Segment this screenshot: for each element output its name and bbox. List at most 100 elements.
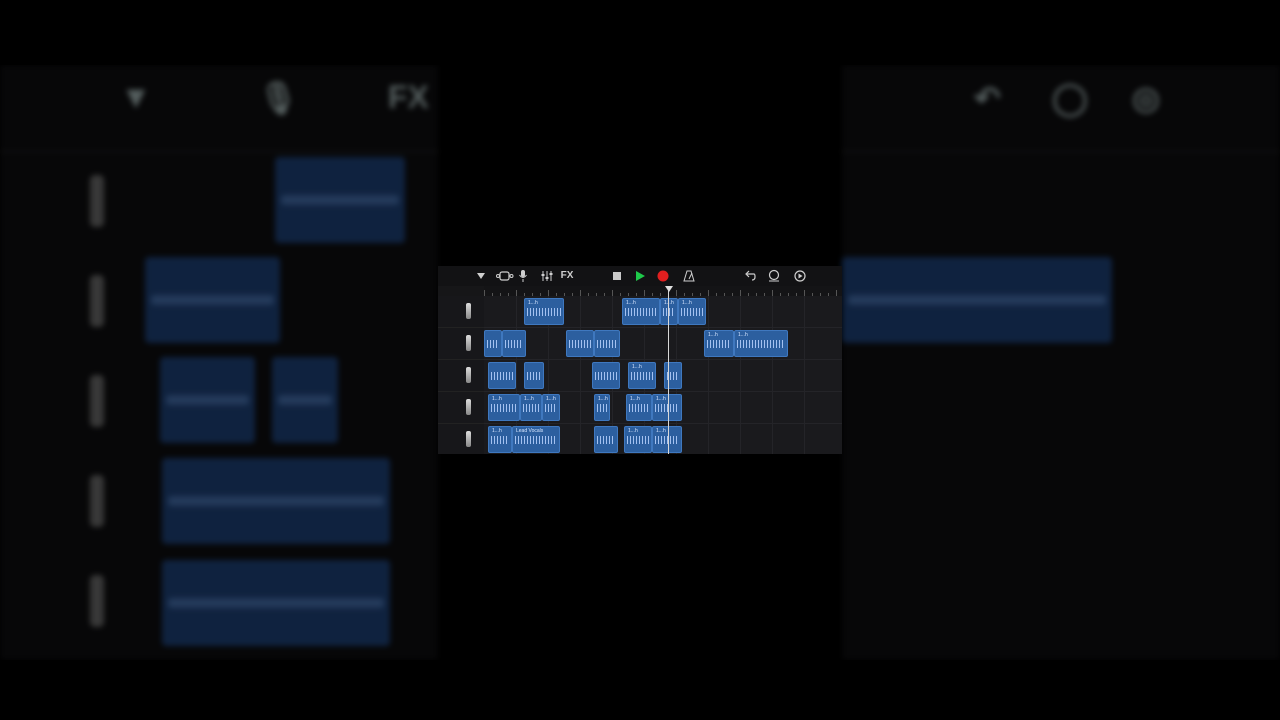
play-icon[interactable] xyxy=(634,269,646,283)
waveform xyxy=(707,340,731,348)
waveform xyxy=(737,340,785,348)
waveform xyxy=(681,308,703,316)
microphone-icon: 🎙 xyxy=(258,80,299,116)
track-icon xyxy=(90,475,104,527)
waveform xyxy=(629,404,649,412)
microphone-icon xyxy=(466,431,471,447)
audio-region[interactable]: 1...h xyxy=(660,298,678,325)
waveform xyxy=(663,308,675,316)
mixer-icon[interactable] xyxy=(541,269,553,283)
track-lane[interactable]: 1...h 1...h 1...h 1...h 1...h 1...h xyxy=(484,392,842,424)
audio-region[interactable]: 1...h xyxy=(542,394,560,421)
audio-region[interactable]: 1...h xyxy=(488,426,512,453)
audio-region[interactable] xyxy=(594,330,620,357)
waveform xyxy=(597,340,617,348)
undo-icon[interactable] xyxy=(744,269,756,283)
waveform xyxy=(527,308,561,316)
region-label: 1...h xyxy=(682,300,692,306)
audio-region[interactable] xyxy=(566,330,594,357)
audio-region[interactable]: 1...h xyxy=(734,330,788,357)
bg-region xyxy=(272,357,338,443)
audio-region[interactable]: 1...h xyxy=(626,394,652,421)
bg-region xyxy=(160,357,255,443)
playhead[interactable] xyxy=(668,286,669,454)
audio-region[interactable] xyxy=(488,362,516,389)
audio-region[interactable]: 1...h xyxy=(524,298,564,325)
waveform xyxy=(491,372,513,380)
waveform xyxy=(545,404,557,412)
audio-region[interactable]: 1...h xyxy=(622,298,660,325)
loop-icon: ◯ xyxy=(1052,80,1088,116)
track-lane[interactable]: 1...h 1...h 1...h 1...h xyxy=(484,296,842,328)
settings-icon[interactable] xyxy=(793,269,807,283)
region-label: 1...h xyxy=(738,332,748,338)
audio-region[interactable]: 1...h xyxy=(520,394,542,421)
fx-button[interactable]: FX xyxy=(558,269,576,283)
audio-region[interactable] xyxy=(484,330,502,357)
track-header[interactable] xyxy=(438,392,484,424)
audio-region[interactable]: 1...h xyxy=(628,362,656,389)
background-ruler xyxy=(0,127,438,152)
waveform xyxy=(631,372,653,380)
track-icon xyxy=(90,375,104,427)
region-label: Lead Vocals xyxy=(516,428,544,434)
metronome-icon[interactable] xyxy=(683,269,695,283)
audio-region[interactable]: 1...h xyxy=(678,298,706,325)
background-right-panel: ↶ ◯ ◎ xyxy=(842,65,1280,660)
audio-region[interactable]: 1...h xyxy=(594,394,610,421)
control-bar: FX xyxy=(438,266,842,286)
microphone-icon xyxy=(466,303,471,319)
loop-icon[interactable] xyxy=(768,269,780,283)
audio-region[interactable]: Lead Vocals xyxy=(512,426,560,453)
waveform xyxy=(527,372,541,380)
waveform xyxy=(569,340,591,348)
region-label: 1...h xyxy=(528,300,538,306)
track-header[interactable] xyxy=(438,424,484,454)
region-label: 1...h xyxy=(628,428,638,434)
record-icon[interactable] xyxy=(656,269,670,283)
bg-region xyxy=(145,257,280,343)
track-lane[interactable]: 1...h 1...h xyxy=(484,328,842,360)
track-lanes: 1...h 1...h 1...h 1...h 1...h 1...h 1...… xyxy=(484,296,842,454)
audio-region[interactable] xyxy=(524,362,544,389)
microphone-icon[interactable] xyxy=(518,269,528,283)
track-lane[interactable]: 1...h Lead Vocals 1...h 1...h xyxy=(484,424,842,454)
audio-region[interactable] xyxy=(594,426,618,453)
audio-region[interactable]: 1...h xyxy=(704,330,734,357)
region-label: 1...h xyxy=(492,428,502,434)
waveform xyxy=(491,404,517,412)
region-label: 1...h xyxy=(524,396,534,402)
region-label: 1...h xyxy=(708,332,718,338)
track-header[interactable] xyxy=(438,328,484,360)
track-lane[interactable]: 1...h xyxy=(484,360,842,392)
settings-icon: ◎ xyxy=(1132,80,1160,116)
background-ruler xyxy=(842,127,1280,152)
region-label: 1...h xyxy=(546,396,556,402)
region-label: 1...h xyxy=(656,428,666,434)
track-icon xyxy=(90,275,104,327)
audio-region[interactable]: 1...h xyxy=(488,394,520,421)
dropdown-triangle-icon[interactable] xyxy=(476,269,486,283)
audio-region[interactable] xyxy=(592,362,620,389)
audio-region[interactable]: 1...h xyxy=(624,426,652,453)
bg-region xyxy=(842,257,1112,343)
track-header[interactable] xyxy=(438,360,484,392)
track-headers xyxy=(438,296,485,454)
audio-region[interactable]: 1...h xyxy=(652,426,682,453)
stop-icon[interactable] xyxy=(612,269,622,283)
audio-region[interactable]: 1...h xyxy=(652,394,682,421)
waveform xyxy=(597,404,607,412)
track-icon xyxy=(90,175,104,227)
waveform xyxy=(491,436,509,444)
timeline-ruler[interactable] xyxy=(484,286,842,296)
track-header[interactable] xyxy=(438,296,484,328)
browser-icon[interactable] xyxy=(496,269,514,283)
daw-tracks-view: FX 1...h 1...h 1...h 1...h 1...h 1...h 1… xyxy=(438,266,842,454)
region-label: 1...h xyxy=(632,364,642,370)
waveform xyxy=(505,340,523,348)
dropdown-triangle-icon: ▼ xyxy=(120,79,152,115)
waveform xyxy=(655,436,679,444)
audio-region[interactable] xyxy=(502,330,526,357)
playhead-handle[interactable] xyxy=(665,286,673,292)
audio-region[interactable] xyxy=(664,362,682,389)
